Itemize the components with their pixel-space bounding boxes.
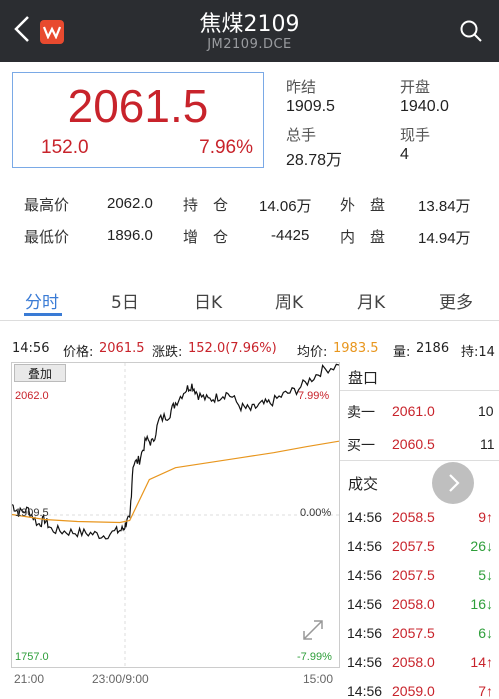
total-volume-label: 总手	[286, 126, 317, 144]
trade-price: 2057.5	[392, 625, 435, 641]
last-price: 2061.5	[67, 80, 209, 132]
tab-more[interactable]: 更多	[439, 288, 473, 313]
chevron-right-icon	[449, 474, 460, 492]
intraday-chart[interactable]	[11, 362, 340, 668]
trade-volume: 6↓	[478, 625, 493, 641]
tab-5day[interactable]: 5日	[111, 288, 139, 313]
trade-time: 14:56	[347, 509, 383, 525]
fullscreen-button[interactable]	[300, 617, 326, 643]
search-button[interactable]	[459, 19, 483, 43]
bid-volume: 11	[480, 436, 495, 452]
contract-code: JM2109.DCE	[207, 37, 292, 52]
info-change-value: 152.0(7.96%)	[188, 341, 277, 356]
high-label: 最高价	[24, 196, 70, 214]
trades-title: 成交	[348, 475, 379, 493]
ask-price: 2061.0	[392, 403, 435, 419]
current-volume-label: 现手	[400, 126, 431, 144]
trade-time: 14:56	[347, 625, 383, 641]
info-oi-label: 持:14	[461, 345, 495, 360]
inner-volume-label: 内 盘	[340, 228, 386, 246]
prev-close-label: 昨结	[286, 78, 317, 96]
low-label: 最低价	[24, 228, 70, 246]
price-change-pct: 7.96%	[199, 137, 253, 158]
info-avg-value: 1983.5	[333, 341, 379, 356]
trade-time: 14:56	[347, 683, 383, 699]
price-box: 2061.5 152.0 7.96%	[12, 72, 264, 168]
trade-price: 2059.0	[392, 683, 435, 699]
tab-monthly-k[interactable]: 月K	[357, 288, 385, 313]
prev-close-value: 1909.5	[286, 98, 335, 115]
tab-daily-k[interactable]: 日K	[194, 288, 222, 313]
trade-time: 14:56	[347, 596, 383, 612]
active-tab-indicator	[24, 313, 62, 316]
trade-time: 14:56	[347, 654, 383, 670]
ask-label: 卖一	[347, 405, 375, 421]
info-time: 14:56	[12, 341, 50, 356]
trade-volume: 16↓	[470, 596, 493, 612]
avg-series-line	[12, 440, 339, 524]
x-axis-label-end: 15:00	[303, 672, 334, 686]
x-axis-label-mid: 23:00/9:00	[92, 672, 149, 686]
orderbook-title: 盘口	[348, 369, 379, 387]
info-volume-value: 2186	[416, 341, 450, 356]
y-axis-bottom-label: 1757.0	[15, 651, 49, 663]
inner-volume-value: 14.94万	[418, 230, 471, 247]
pct-axis-top-label: 7.99%	[298, 390, 330, 402]
info-change-label: 涨跌:	[152, 345, 183, 360]
trade-volume: 14↑	[470, 654, 493, 670]
y-axis-mid-label: 1909.5	[15, 507, 49, 519]
trade-price: 2057.5	[392, 567, 435, 583]
oi-change-value: -4425	[271, 227, 310, 244]
info-volume-label: 量:	[393, 345, 411, 360]
trade-price: 2058.0	[392, 654, 435, 670]
info-price-label: 价格:	[63, 345, 94, 360]
trades-divider	[340, 460, 499, 461]
high-value: 2062.0	[107, 195, 153, 212]
bid-price: 2060.5	[392, 436, 435, 452]
outer-volume-label: 外 盘	[340, 196, 386, 214]
orderbook-divider	[340, 390, 499, 391]
ask-volume: 10	[478, 403, 494, 419]
chart-svg	[12, 363, 339, 667]
oi-change-label: 增 仓	[183, 228, 229, 246]
trade-volume: 7↑	[478, 683, 493, 699]
outer-volume-value: 13.84万	[418, 198, 471, 215]
pct-axis-mid-label: 0.00%	[300, 507, 332, 519]
open-label: 开盘	[400, 78, 431, 96]
trade-volume: 9↑	[478, 509, 493, 525]
price-change: 152.0	[41, 137, 89, 158]
trade-price: 2058.5	[392, 509, 435, 525]
open-value: 1940.0	[400, 98, 449, 115]
info-avg-label: 均价:	[297, 345, 328, 360]
trade-price: 2058.0	[392, 596, 435, 612]
expand-panel-button[interactable]	[432, 462, 474, 504]
search-icon	[460, 20, 482, 42]
trade-volume: 5↓	[478, 567, 493, 583]
low-value: 1896.0	[107, 227, 153, 244]
y-axis-top-label: 2062.0	[15, 390, 49, 402]
price-series-line	[12, 363, 339, 540]
trade-time: 14:56	[347, 567, 383, 583]
trade-time: 14:56	[347, 538, 383, 554]
total-volume-value: 28.78万	[286, 152, 343, 169]
page-title: 焦煤2109	[199, 12, 300, 37]
current-volume-value: 4	[400, 146, 409, 163]
trade-volume: 26↓	[470, 538, 493, 554]
overlay-button[interactable]: 叠加	[14, 364, 66, 382]
bid-label: 买一	[347, 438, 375, 454]
open-interest-label: 持 仓	[183, 196, 229, 214]
tab-divider	[0, 320, 499, 321]
expand-diagonal-icon	[303, 620, 323, 640]
x-axis-label-start: 21:00	[14, 672, 45, 686]
trade-price: 2057.5	[392, 538, 435, 554]
open-interest-value: 14.06万	[259, 198, 312, 215]
tab-intraday[interactable]: 分时	[25, 288, 59, 313]
info-price-value: 2061.5	[99, 341, 145, 356]
tab-weekly-k[interactable]: 周K	[275, 288, 303, 313]
pct-axis-bottom-label: -7.99%	[297, 651, 332, 663]
